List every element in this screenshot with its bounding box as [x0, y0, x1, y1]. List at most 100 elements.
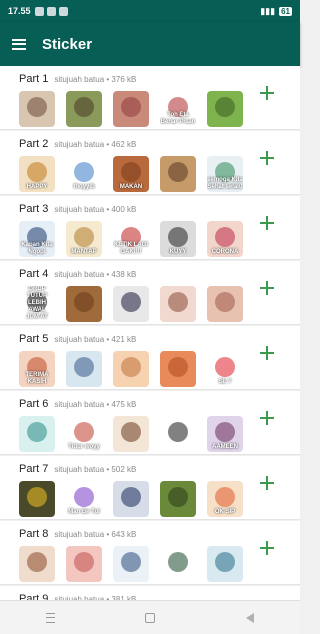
pack-header: Part 4 situjuah batua • 438 kB	[19, 268, 300, 282]
sticker-thumbnail: TERIMA KASIH	[19, 351, 55, 387]
sticker-thumbnails: Toh Eta Benar Pisan	[19, 91, 300, 127]
sticker-thumbnails: GRUP TUTUP LEBIH AWAL JUM'AT	[19, 286, 300, 322]
sticker-thumbnail: KETIK LAGI GAK!!!!	[113, 221, 149, 257]
sticker-pack-row[interactable]: Part 6 situjuah batua • 475 kB Tidur woyy A…	[0, 391, 300, 455]
sticker-caption: Kapan Kita Ngopi	[21, 242, 53, 255]
sticker-pack-row[interactable]: Part 1 situjuah batua • 376 kB Toh Eta Ben…	[0, 66, 300, 130]
sticker-thumbnails: HAPPY thoyyib MAKAN semoga Kita Sehat selal…	[19, 156, 300, 192]
sticker-image	[121, 552, 141, 572]
sticker-thumbnail: MANTAP	[66, 221, 102, 257]
sticker-caption: SE 7	[218, 379, 232, 385]
home-icon	[145, 612, 155, 623]
sticker-thumbnail: SE 7	[207, 351, 243, 387]
home-button[interactable]	[140, 608, 160, 628]
sticker-pack-row[interactable]: Part 9 situjuah batua • 381 kB	[0, 586, 300, 600]
add-pack-plus-icon[interactable]	[260, 281, 274, 295]
sticker-image	[74, 292, 94, 312]
sticker-thumbnail: GRUP TUTUP LEBIH AWAL JUM'AT	[19, 286, 55, 322]
sticker-pack-row[interactable]: Part 3 situjuah batua • 400 kB Kapan Kita …	[0, 196, 300, 260]
sticker-thumbnail	[19, 546, 55, 582]
pack-header: Part 7 situjuah batua • 502 kB	[19, 463, 300, 477]
sticker-thumbnail	[66, 546, 102, 582]
add-pack-plus-icon[interactable]	[260, 151, 274, 165]
pack-header: Part 2 situjuah batua • 462 kB	[19, 138, 300, 152]
add-pack-plus-icon[interactable]	[260, 541, 274, 555]
sticker-thumbnail	[207, 286, 243, 322]
sticker-image	[215, 552, 235, 572]
sticker-caption: HAPPY	[26, 184, 48, 190]
signal-icon: ▮▮▮	[260, 5, 276, 16]
sticker-thumbnail: thoyyib	[66, 156, 102, 192]
sticker-thumbnails: Tidur woyy AAMEEN	[19, 416, 300, 452]
pack-name: Part 2	[19, 138, 49, 150]
sticker-image	[27, 97, 47, 117]
sticker-image	[168, 357, 188, 377]
sticker-image	[27, 487, 47, 507]
back-button[interactable]	[240, 608, 260, 628]
pack-meta: situjuah batua • 462 kB	[54, 140, 137, 149]
sticker-thumbnail	[113, 481, 149, 517]
sticker-thumbnail	[113, 286, 149, 322]
sticker-thumbnails: TERIMA KASIH SE 7	[19, 351, 300, 387]
pack-name: Part 1	[19, 73, 49, 85]
sticker-image	[168, 162, 188, 182]
system-icons: ▮▮▮ 61	[260, 6, 292, 17]
sticker-image	[121, 292, 141, 312]
sticker-caption: Toh Eta Benar Pisan	[160, 112, 196, 125]
sticker-thumbnails	[19, 546, 300, 582]
sticker-caption: TERIMA KASIH	[25, 372, 49, 385]
sticker-image	[168, 422, 188, 442]
sticker-pack-row[interactable]: Part 8 situjuah batua • 643 kB	[0, 521, 300, 585]
sticker-thumbnail: CORONA	[207, 221, 243, 257]
sticker-thumbnail: OK SIP	[207, 481, 243, 517]
sticker-thumbnail: MAKAN	[113, 156, 149, 192]
notification-icon	[34, 6, 44, 16]
add-pack-plus-icon[interactable]	[260, 411, 274, 425]
sticker-thumbnail	[66, 286, 102, 322]
app-bar: Sticker	[0, 22, 300, 66]
sticker-pack-row[interactable]: Part 7 situjuah batua • 502 kB Man Be Tul O…	[0, 456, 300, 520]
sticker-image	[121, 422, 141, 442]
sticker-thumbnail	[160, 416, 196, 452]
status-time: 17.55	[8, 6, 31, 16]
add-pack-plus-icon[interactable]	[260, 216, 274, 230]
pack-header: Part 1 situjuah batua • 376 kB	[19, 73, 300, 87]
sticker-caption: MANTAP	[71, 249, 97, 255]
add-pack-plus-icon[interactable]	[260, 346, 274, 360]
pack-meta: situjuah batua • 475 kB	[54, 400, 137, 409]
pack-meta: situjuah batua • 438 kB	[54, 270, 137, 279]
add-pack-plus-icon[interactable]	[260, 86, 274, 100]
sticker-pack-row[interactable]: Part 4 situjuah batua • 438 kB GRUP TUTUP …	[0, 261, 300, 325]
pack-meta: situjuah batua • 376 kB	[54, 75, 137, 84]
pack-meta: situjuah batua • 502 kB	[54, 465, 137, 474]
sticker-thumbnails: Kapan Kita Ngopi MANTAP KETIK LAGI GAK!!!!…	[19, 221, 300, 257]
pack-meta: situjuah batua • 643 kB	[54, 530, 137, 539]
menu-icon[interactable]	[12, 38, 26, 50]
recents-button[interactable]	[40, 608, 60, 628]
sticker-thumbnail	[160, 546, 196, 582]
sticker-thumbnail	[66, 91, 102, 127]
sticker-image	[215, 292, 235, 312]
sticker-caption: KETIK LAGI GAK!!!!	[114, 242, 148, 255]
sticker-pack-row[interactable]: Part 5 situjuah batua • 421 kB TERIMA KASI…	[0, 326, 300, 390]
sticker-thumbnail: AAMEEN	[207, 416, 243, 452]
pack-header: Part 6 situjuah batua • 475 kB	[19, 398, 300, 412]
add-pack-plus-icon[interactable]	[260, 476, 274, 490]
app-title: Sticker	[42, 35, 93, 53]
sticker-pack-row[interactable]: Part 2 situjuah batua • 462 kB HAPPY thoyyi…	[0, 131, 300, 195]
sticker-image	[74, 97, 94, 117]
sticker-image	[74, 552, 94, 572]
sticker-thumbnails: Man Be Tul OK SIP	[19, 481, 300, 517]
notification-icons	[34, 6, 68, 16]
sticker-thumbnail: HAPPY	[19, 156, 55, 192]
pack-meta: situjuah batua • 400 kB	[54, 205, 137, 214]
pack-header: Part 3 situjuah batua • 400 kB	[19, 203, 300, 217]
navigation-bar	[0, 600, 300, 634]
sticker-thumbnail	[207, 91, 243, 127]
notification-icon	[46, 6, 56, 16]
sticker-pack-list[interactable]: Part 1 situjuah batua • 376 kB Toh Eta Ben…	[0, 66, 300, 600]
sticker-thumbnail	[19, 416, 55, 452]
sticker-thumbnail	[19, 91, 55, 127]
back-icon	[246, 612, 254, 623]
sticker-thumbnail: Toh Eta Benar Pisan	[160, 91, 196, 127]
